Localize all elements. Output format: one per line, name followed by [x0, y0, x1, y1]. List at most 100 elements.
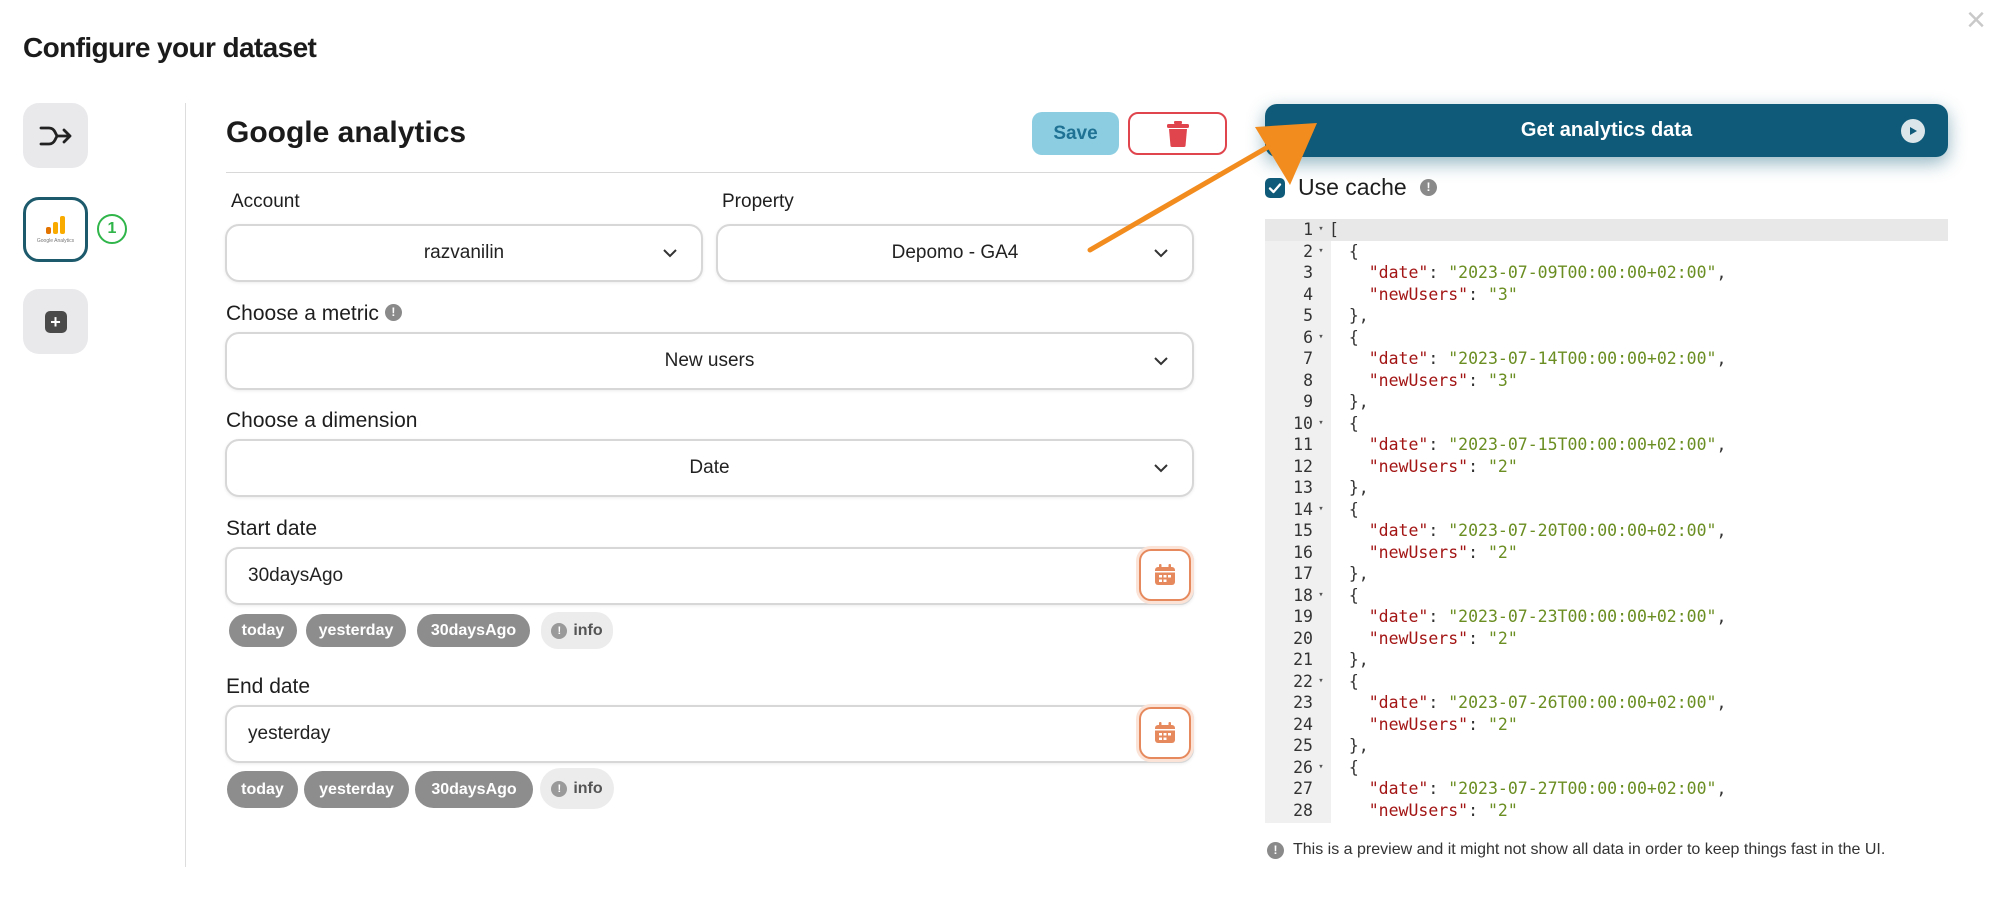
code-line: 11 "date": "2023-07-15T00:00:00+02:00", — [1265, 434, 1948, 456]
info-icon[interactable]: ! — [1420, 179, 1437, 197]
fold-toggle-icon[interactable]: ▾ — [1313, 757, 1329, 779]
code-line: 5 }, — [1265, 305, 1948, 327]
merge-button[interactable] — [23, 103, 88, 168]
code-text: [ — [1329, 220, 1339, 239]
code-line: 16 "newUsers": "2" — [1265, 542, 1948, 564]
code-line: 2 ▾ { — [1265, 241, 1948, 263]
code-text: "newUsers": "2" — [1368, 800, 1518, 820]
property-select[interactable]: Depomo - GA4 — [716, 224, 1194, 282]
line-number: 12 — [1293, 456, 1313, 476]
end-date-input[interactable] — [225, 705, 1194, 763]
use-cache-label: Use cache — [1298, 174, 1407, 200]
add-source-button[interactable]: + — [23, 289, 88, 354]
code-text: "newUsers": "2" — [1368, 456, 1518, 476]
calendar-icon — [1155, 564, 1175, 585]
info-icon[interactable]: ! — [384, 303, 402, 321]
code-text: "date": "2023-07-26T00:00:00+02:00", — [1368, 693, 1727, 712]
line-number: 16 — [1293, 542, 1313, 562]
line-number: 7 — [1303, 349, 1313, 368]
end-chip-yesterday[interactable]: yesterday — [304, 771, 409, 808]
save-button[interactable]: Save — [1032, 112, 1119, 155]
code-text: "newUsers": "2" — [1368, 714, 1518, 734]
code-line: 7 "date": "2023-07-14T00:00:00+02:00", — [1265, 348, 1948, 370]
code-line: 10 ▾ { — [1265, 413, 1948, 435]
fold-toggle-icon[interactable]: ▾ — [1313, 499, 1329, 521]
delete-button[interactable] — [1128, 112, 1227, 155]
end-date-calendar-button[interactable] — [1139, 707, 1191, 759]
line-number: 11 — [1293, 435, 1313, 454]
code-text: "date": "2023-07-15T00:00:00+02:00", — [1368, 435, 1727, 454]
code-text: }, — [1329, 392, 1369, 411]
end-date-label: End date — [226, 675, 311, 698]
start-chip-30daysago[interactable]: 30daysAgo — [417, 614, 530, 647]
chevron-down-icon — [1154, 464, 1168, 473]
line-number: 3 — [1303, 263, 1313, 282]
plus-icon: + — [44, 310, 67, 333]
line-number: 10 — [1293, 413, 1313, 433]
code-line: 23 "date": "2023-07-26T00:00:00+02:00", — [1265, 692, 1948, 714]
end-chip-today[interactable]: today — [227, 771, 298, 808]
code-text: { — [1329, 671, 1359, 691]
line-number: 25 — [1293, 736, 1313, 755]
code-line: 3 "date": "2023-07-09T00:00:00+02:00", — [1265, 262, 1948, 284]
close-icon[interactable]: × — [1958, 2, 1994, 38]
code-text: }, — [1329, 306, 1369, 325]
check-icon — [1268, 183, 1282, 194]
start-date-input[interactable] — [225, 547, 1194, 605]
code-line: 18 ▾ { — [1265, 585, 1948, 607]
code-text: "date": "2023-07-14T00:00:00+02:00", — [1368, 349, 1727, 368]
account-label: Account — [231, 191, 300, 212]
metric-label: Choose a metric! — [226, 302, 402, 326]
fold-toggle-icon[interactable]: ▾ — [1313, 219, 1329, 241]
code-text: "date": "2023-07-23T00:00:00+02:00", — [1368, 607, 1727, 626]
code-text: "newUsers": "2" — [1368, 542, 1518, 562]
end-chip-30daysago[interactable]: 30daysAgo — [415, 771, 533, 808]
fold-toggle-icon[interactable]: ▾ — [1313, 413, 1329, 435]
code-line: 26 ▾ { — [1265, 757, 1948, 779]
code-line: 15 "date": "2023-07-20T00:00:00+02:00", — [1265, 520, 1948, 542]
code-text: }, — [1329, 650, 1369, 669]
json-preview-editor[interactable]: 1 ▾[2 ▾ {3 "date": "2023-07-09T00:00:00+02… — [1265, 219, 1948, 823]
dimension-label: Choose a dimension — [226, 409, 418, 432]
line-number: 6 — [1303, 327, 1313, 347]
code-text: }, — [1329, 478, 1369, 497]
start-date-calendar-button[interactable] — [1139, 549, 1191, 601]
account-select[interactable]: razvanilin — [225, 224, 703, 282]
metric-value: New users — [664, 350, 755, 371]
code-line: 14 ▾ { — [1265, 499, 1948, 521]
fold-toggle-icon[interactable]: ▾ — [1313, 671, 1329, 693]
code-line: 25 }, — [1265, 735, 1948, 757]
google-analytics-logo: Google Analytics — [31, 205, 81, 255]
code-text: }, — [1329, 736, 1369, 755]
code-text: "date": "2023-07-27T00:00:00+02:00", — [1368, 779, 1727, 798]
metric-select[interactable]: New users — [225, 332, 1194, 390]
line-number: 23 — [1293, 693, 1313, 712]
line-number: 24 — [1293, 714, 1313, 734]
form-divider — [226, 172, 1226, 173]
line-number: 18 — [1293, 585, 1313, 605]
dimension-select[interactable]: Date — [225, 439, 1194, 497]
fold-toggle-icon[interactable]: ▾ — [1313, 585, 1329, 607]
line-number: 8 — [1303, 370, 1313, 390]
page-title: Configure your dataset — [23, 32, 317, 63]
start-chip-yesterday[interactable]: yesterday — [306, 614, 406, 647]
get-analytics-data-button[interactable]: Get analytics data — [1265, 104, 1948, 157]
sidebar-divider — [185, 103, 186, 867]
start-chip-today[interactable]: today — [229, 614, 297, 647]
line-number: 4 — [1303, 284, 1313, 304]
end-chip-info[interactable]: ! info — [540, 768, 614, 809]
fold-toggle-icon[interactable]: ▾ — [1313, 241, 1329, 263]
code-text: { — [1329, 413, 1359, 433]
line-number: 20 — [1293, 628, 1313, 648]
code-line: 8 "newUsers": "3" — [1265, 370, 1948, 392]
code-text: "newUsers": "2" — [1368, 628, 1518, 648]
code-text: "newUsers": "3" — [1368, 284, 1518, 304]
google-analytics-source-button[interactable]: Google Analytics — [23, 197, 88, 262]
start-chip-info[interactable]: ! info — [541, 612, 613, 649]
use-cache-checkbox[interactable] — [1265, 178, 1285, 198]
code-line: 20 "newUsers": "2" — [1265, 628, 1948, 650]
code-line: 1 ▾[ — [1265, 219, 1948, 241]
line-number: 26 — [1293, 757, 1313, 777]
play-icon — [1901, 119, 1925, 143]
fold-toggle-icon[interactable]: ▾ — [1313, 327, 1329, 349]
